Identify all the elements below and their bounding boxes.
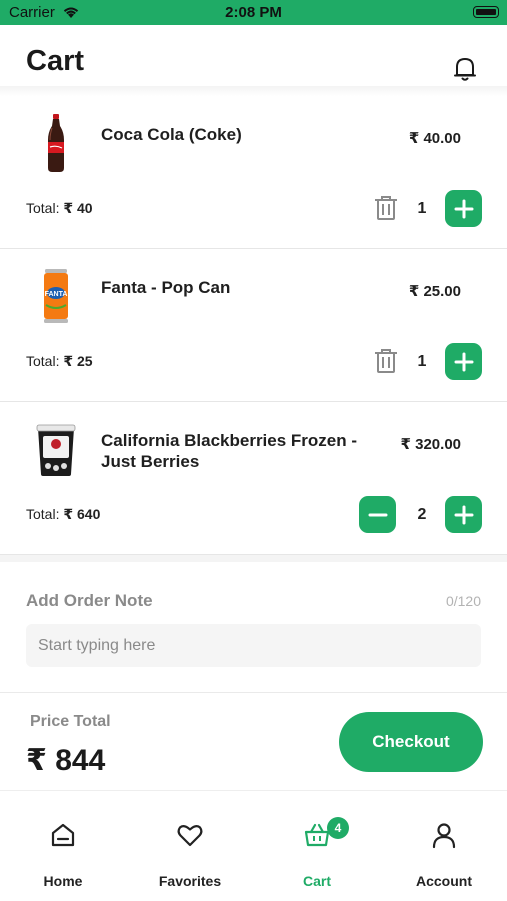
item-total-label: Total: (26, 200, 60, 216)
status-bar: Carrier 2:08 PM (0, 0, 507, 25)
item-name: California Blackberries Frozen - Just Be… (101, 431, 358, 471)
item-total-value: ₹ 640 (63, 506, 101, 522)
order-note-label: Add Order Note (26, 591, 153, 610)
tab-account[interactable]: Account (381, 791, 507, 901)
tab-favorites-label: Favorites (158, 873, 222, 889)
header-shadow (0, 86, 507, 96)
heart-icon (177, 825, 203, 847)
increase-quantity-button[interactable] (445, 343, 482, 380)
trash-icon[interactable] (372, 194, 400, 222)
battery-icon (473, 6, 499, 18)
item-price: ₹ 25.00 (408, 283, 461, 300)
cart-item: Coca Cola (Coke) ₹ 40.00 Total: ₹ 40 1 (0, 96, 507, 249)
quantity-value: 1 (417, 200, 427, 217)
cart-item: California Blackberries Frozen - Just Be… (0, 402, 507, 555)
item-total-value: ₹ 40 (63, 200, 93, 216)
home-icon (51, 823, 75, 847)
svg-text:FANTA: FANTA (45, 291, 68, 298)
coke-bottle-image (48, 114, 64, 172)
section-divider (0, 555, 507, 562)
tab-cart-label: Cart (302, 873, 331, 889)
item-total: Total: ₹ 40 (26, 200, 93, 217)
item-total-label: Total: (26, 506, 60, 522)
order-note-input[interactable] (26, 624, 481, 667)
item-price: ₹ 40.00 (408, 130, 461, 147)
cart-count-badge: 4 (327, 817, 349, 839)
trash-icon[interactable] (372, 347, 400, 375)
tab-home-label: Home (43, 873, 83, 889)
tab-cart[interactable]: 4 Cart (254, 791, 380, 901)
price-total-label: Price Total (30, 713, 111, 730)
item-total: Total: ₹ 25 (26, 353, 93, 370)
item-name: Coca Cola (Coke) (101, 125, 242, 144)
tab-favorites[interactable]: Favorites (127, 791, 253, 901)
price-summary: Price Total ₹ 844 Checkout (0, 692, 507, 791)
quantity-value: 2 (417, 506, 427, 523)
tab-account-label: Account (416, 873, 472, 889)
decrease-quantity-button[interactable] (359, 496, 396, 533)
bottom-tab-bar: Home Favorites 4 Cart Account (0, 790, 507, 901)
user-icon (432, 823, 456, 849)
minus-icon (368, 513, 387, 516)
increase-quantity-button[interactable] (445, 190, 482, 227)
price-total-amount: ₹ 844 (26, 744, 106, 777)
quantity-value: 1 (417, 353, 427, 370)
plus-icon (454, 505, 473, 524)
checkout-button[interactable]: Checkout (339, 712, 483, 772)
header: Cart (0, 25, 507, 95)
page-title: Cart (26, 45, 85, 77)
item-price: ₹ 320.00 (400, 436, 461, 453)
plus-icon (454, 352, 473, 371)
order-note-section: Add Order Note 0/120 (0, 562, 507, 690)
fanta-can-image: FANTA (44, 269, 68, 323)
notification-bell-icon[interactable] (452, 55, 478, 83)
cart-item: FANTA Fanta - Pop Can ₹ 25.00 Total: ₹ 2… (0, 249, 507, 402)
tab-home[interactable]: Home (0, 791, 126, 901)
item-total-label: Total: (26, 353, 60, 369)
item-total-value: ₹ 25 (63, 353, 93, 369)
increase-quantity-button[interactable] (445, 496, 482, 533)
order-note-counter: 0/120 (445, 593, 481, 609)
item-total: Total: ₹ 640 (26, 506, 100, 523)
clock: 2:08 PM (225, 4, 282, 21)
item-name: Fanta - Pop Can (101, 278, 231, 297)
plus-icon (454, 199, 473, 218)
blackberries-tub-image (36, 424, 76, 476)
